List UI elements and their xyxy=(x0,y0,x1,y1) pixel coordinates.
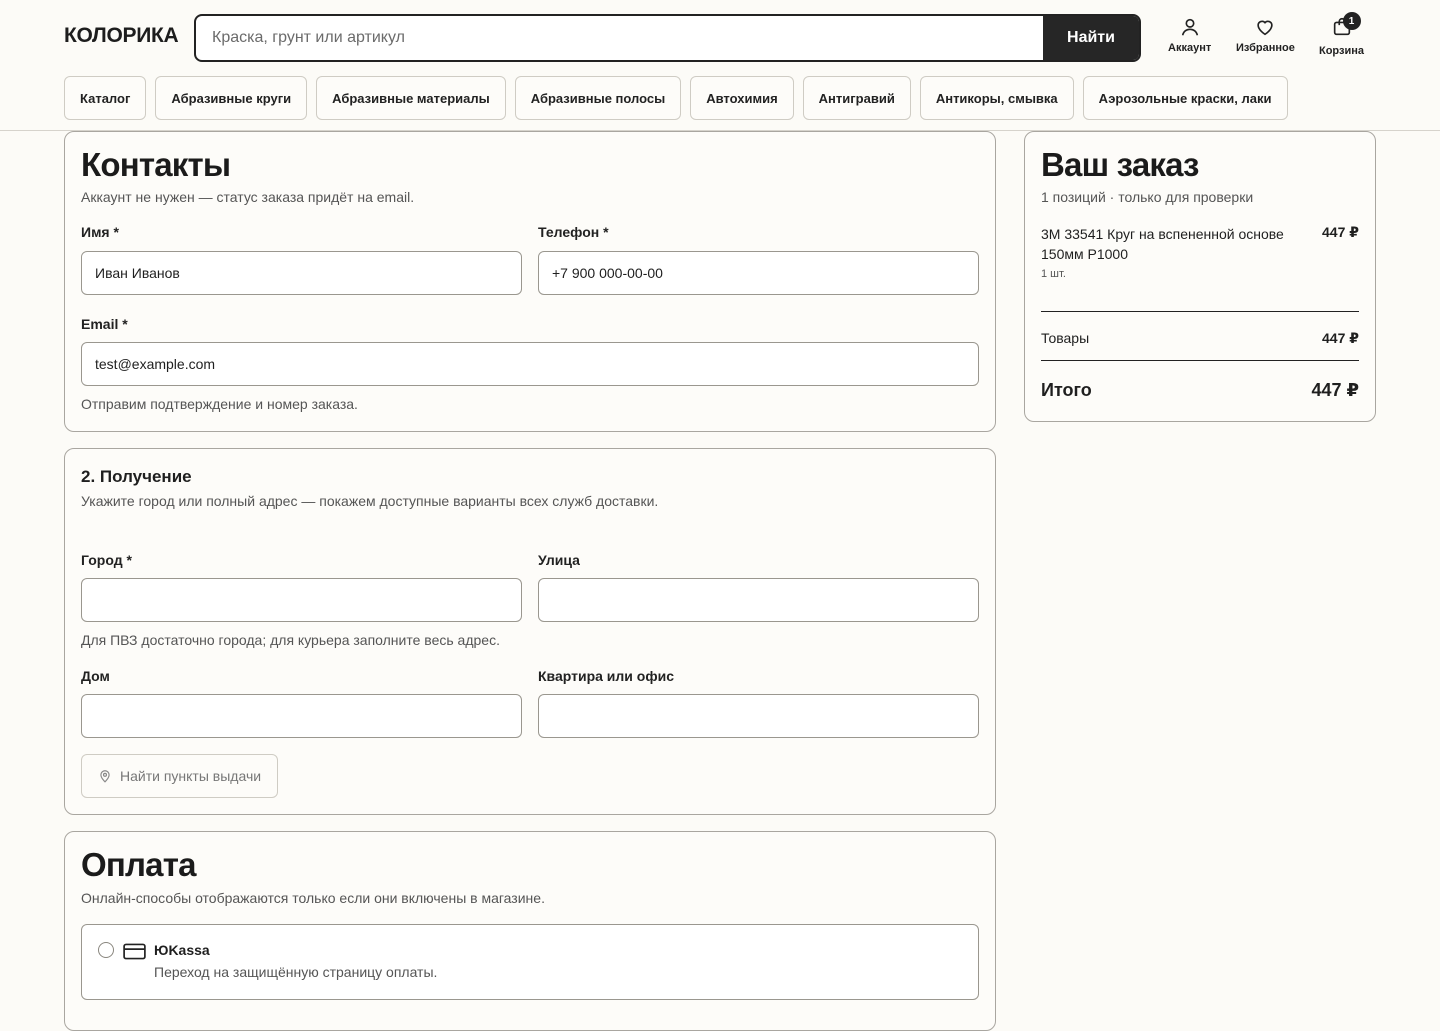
goods-label: Товары xyxy=(1041,330,1090,346)
account-label: Аккаунт xyxy=(1168,42,1212,54)
favorites-label: Избранное xyxy=(1236,42,1295,54)
street-label: Улица xyxy=(538,552,580,568)
order-item-price: 447 ₽ xyxy=(1322,224,1359,240)
category-autochemistry[interactable]: Автохимия xyxy=(690,76,794,120)
order-item-qty: 1 шт. xyxy=(1041,268,1066,280)
order-summary: Ваш заказ 1 позиций · только для проверк… xyxy=(1024,131,1376,422)
total-label: Итого xyxy=(1041,380,1092,400)
cart-count-badge: 1 xyxy=(1342,12,1361,30)
apartment-label: Квартира или офис xyxy=(538,668,675,684)
name-label: Имя * xyxy=(81,224,119,240)
category-abrasive-strips[interactable]: Абразивные полосы xyxy=(514,76,682,120)
payment-title: Оплата xyxy=(81,846,196,883)
search-button[interactable]: Найти xyxy=(1043,16,1139,60)
category-anticorrosion[interactable]: Антикоры, смывка xyxy=(919,76,1074,120)
total-row: Итого 447 ₽ xyxy=(1041,380,1359,401)
category-abrasive-materials[interactable]: Абразивные материалы xyxy=(316,76,506,120)
goods-row: Товары 447 ₽ xyxy=(1041,330,1359,347)
search-bar: Найти xyxy=(194,14,1141,62)
payment-section: Оплата Онлайн-способы отображаются тольк… xyxy=(64,831,996,1031)
credit-card-icon xyxy=(123,943,146,960)
delivery-title: 2. Получение xyxy=(81,467,192,486)
category-aerosol-paints[interactable]: Аэрозольные краски, лаки xyxy=(1082,76,1288,120)
heart-icon xyxy=(1257,20,1274,36)
favorites-link[interactable]: Избранное xyxy=(1236,16,1295,54)
cart-link[interactable]: 1 Корзина xyxy=(1319,12,1364,57)
house-label: Дом xyxy=(81,668,110,684)
house-input[interactable] xyxy=(81,694,522,738)
delivery-section: 2. Получение Укажите город или полный ад… xyxy=(64,448,996,815)
phone-label: Телефон * xyxy=(538,224,609,240)
payment-radio[interactable] xyxy=(98,942,114,958)
find-pickup-points-button[interactable]: Найти пункты выдачи xyxy=(81,754,279,798)
street-input[interactable] xyxy=(538,578,979,622)
search-input[interactable] xyxy=(196,16,1043,60)
name-input[interactable] xyxy=(81,251,522,295)
contacts-section: Контакты Аккаунт не нужен — статус заказ… xyxy=(64,131,996,432)
city-hint: Для ПВЗ достаточно города; для курьера з… xyxy=(81,632,500,648)
phone-input[interactable] xyxy=(538,251,979,295)
divider xyxy=(1041,360,1359,361)
goods-value: 447 ₽ xyxy=(1322,330,1359,346)
email-label: Email * xyxy=(81,316,128,332)
payment-option-description: Переход на защищённую страницу оплаты. xyxy=(154,964,438,980)
payment-option-yookassa[interactable]: ЮKassa Переход на защищённую страницу оп… xyxy=(81,924,979,1000)
category-antigravel[interactable]: Антигравий xyxy=(802,76,911,120)
account-link[interactable]: Аккаунт xyxy=(1168,16,1211,54)
delivery-subtitle: Укажите город или полный адрес — покажем… xyxy=(81,493,659,509)
category-nav: Каталог Абразивные круги Абразивные мате… xyxy=(64,76,1288,120)
order-title: Ваш заказ xyxy=(1041,146,1199,183)
location-pin-icon xyxy=(100,770,110,783)
cart-icon-wrap: 1 xyxy=(1331,12,1361,45)
find-pickup-points-label: Найти пункты выдачи xyxy=(120,768,262,784)
category-abrasive-wheels[interactable]: Абразивные круги xyxy=(155,76,308,120)
city-label: Город * xyxy=(81,552,132,568)
email-input[interactable] xyxy=(81,342,979,386)
user-icon xyxy=(1181,18,1198,36)
city-input[interactable] xyxy=(81,578,522,622)
divider xyxy=(1041,311,1359,312)
contacts-subtitle: Аккаунт не нужен — статус заказа придёт … xyxy=(81,189,415,205)
order-subtitle: 1 позиций · только для проверки xyxy=(1041,189,1254,205)
apartment-input[interactable] xyxy=(538,694,979,738)
payment-subtitle: Онлайн-способы отображаются только если … xyxy=(81,890,545,906)
cart-label: Корзина xyxy=(1319,45,1364,57)
category-catalog[interactable]: Каталог xyxy=(64,76,147,120)
logo[interactable]: КОЛОРИКА xyxy=(64,24,179,48)
contacts-title: Контакты xyxy=(81,146,231,183)
total-value: 447 ₽ xyxy=(1311,380,1359,400)
email-hint: Отправим подтверждение и номер заказа. xyxy=(81,396,358,412)
site-header: КОЛОРИКА Найти Аккаунт Избранное 1 Корзи… xyxy=(0,0,1440,131)
order-item-name: 3M 33541 Круг на вспененной основе 150мм… xyxy=(1041,226,1284,262)
payment-option-name: ЮKassa xyxy=(154,942,210,958)
